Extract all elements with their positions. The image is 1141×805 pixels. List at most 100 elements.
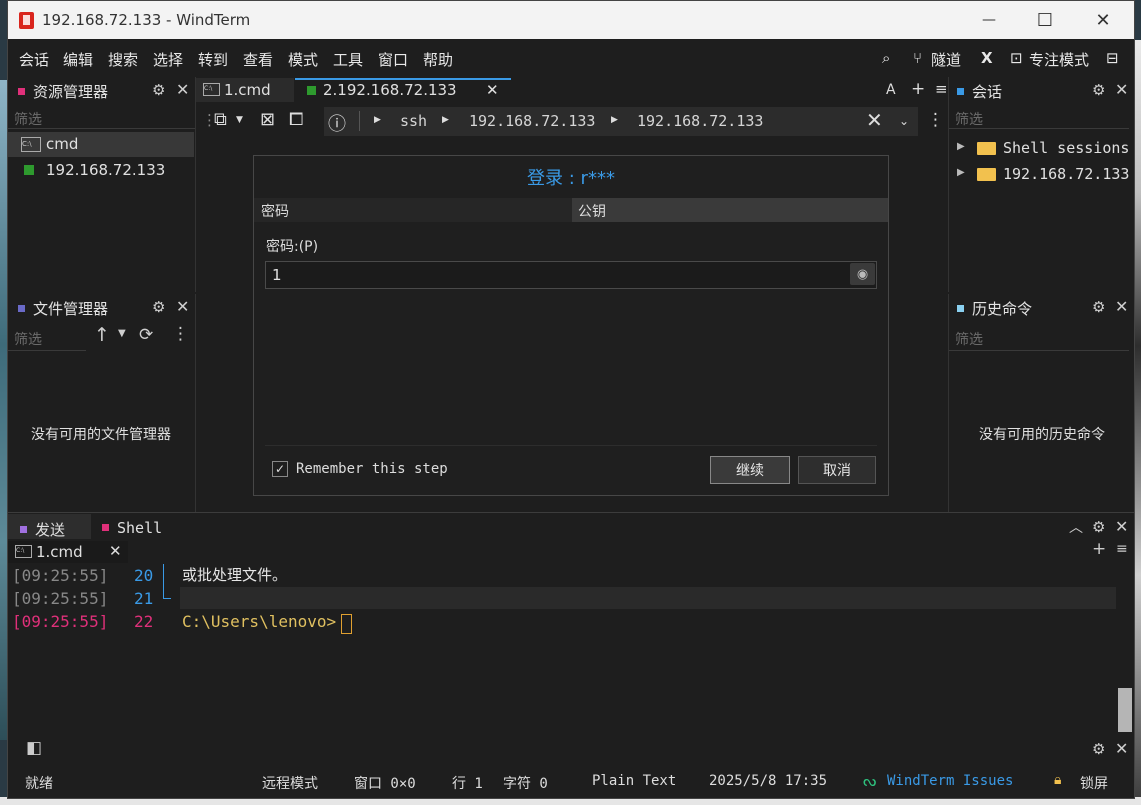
close-icon[interactable]: ✕ [176,297,189,316]
line-number: 22 [134,612,154,631]
status-row: 行 1 [452,776,483,792]
list-item-cmd[interactable]: C:\ cmd [8,132,194,157]
gear-icon[interactable]: ⚙ [1092,298,1105,316]
address-bar[interactable]: ⓘ ▶ ssh ▶ 192.168.72.133 ▶ 192.168.72.13… [324,107,918,136]
windterm-window: 192.168.72.133 - WindTerm — ☐ ✕ 会话 编辑 搜索… [7,0,1135,799]
duplicate-session-icon[interactable]: ⧠ [289,109,303,130]
add-tab-icon[interactable]: + [911,79,925,99]
menu-mode[interactable]: 模式 [288,49,318,70]
font-icon[interactable]: A [886,82,896,98]
continue-button[interactable]: 继续 [710,456,790,484]
close-icon[interactable]: ✕ [1115,80,1128,99]
arrow-up-icon[interactable]: ↑ [94,324,110,346]
tab-password[interactable]: 密码 [254,198,572,222]
password-value: 1 [272,266,282,284]
scrollbar-thumb[interactable] [1118,688,1132,732]
chevron-down-icon[interactable]: ⌄ [899,114,909,128]
address-part-protocol[interactable]: ssh [400,112,427,130]
send-icon[interactable]: ◧ [26,738,42,758]
menu-goto[interactable]: 转到 [198,49,228,70]
gear-icon[interactable]: ⚙ [152,81,165,99]
close-window-button[interactable]: ✕ [1074,1,1132,39]
more-icon[interactable]: ⋮ [927,110,944,130]
close-session-icon[interactable]: ⊠ [260,109,275,130]
focus-mode-icon: ⊡ [1010,49,1023,67]
password-field[interactable]: 1 ◉ [265,261,877,289]
close-icon[interactable]: ✕ [109,542,122,560]
chevron-down-icon[interactable]: ▼ [236,115,243,125]
status-syntax[interactable]: Plain Text [592,773,676,789]
maximize-button[interactable]: ☐ [1016,1,1074,39]
menu-search[interactable]: 搜索 [108,49,138,70]
search-icon[interactable]: ⌕ [882,49,890,67]
clear-address-icon[interactable]: ✕ [866,108,883,132]
subtab-1-cmd[interactable]: C:\ 1.cmd ✕ [8,541,128,563]
resource-manager-panel: 资源管理器 ⚙ ✕ 筛选 C:\ cmd 192.168.72.133 [8,77,196,292]
info-icon[interactable]: ⓘ [328,110,346,136]
tab-1-cmd[interactable]: C:\ 1.cmd [196,78,294,102]
panel-marker-icon [957,88,964,95]
close-icon[interactable]: ✕ [1115,517,1128,536]
gear-icon[interactable]: ⚙ [1092,81,1105,99]
terminal-output[interactable]: [09:25:55] 20 或批处理文件。 [09:25:55] 21 [09:… [8,564,1118,684]
issues-link[interactable]: WindTerm Issues [887,773,1013,789]
collapse-icon[interactable]: ︿ [1069,517,1083,537]
menu-select[interactable]: 选择 [153,49,183,70]
file-manager-empty: 没有可用的文件管理器 [31,427,171,443]
refresh-icon[interactable]: ⟳ [139,325,153,345]
cancel-button[interactable]: 取消 [798,456,876,484]
status-remote-mode[interactable]: 远程模式 [262,773,318,793]
tab-send[interactable]: 发送 [8,514,91,539]
menu-icon[interactable]: ≡ [1116,541,1128,557]
gear-icon[interactable]: ⚙ [1092,740,1105,758]
list-item-host[interactable]: 192.168.72.133 [8,158,194,183]
new-session-icon[interactable]: ⧉ [214,109,227,130]
menu-window[interactable]: 窗口 [378,49,408,70]
panel-marker-icon [18,305,25,312]
address-part-target[interactable]: 192.168.72.133 [637,112,763,130]
history-filter-input[interactable]: 筛选 [955,329,983,349]
add-icon[interactable]: + [1092,539,1106,559]
resource-filter-input[interactable]: 筛选 [14,109,42,129]
remember-checkbox[interactable]: ✓ [272,461,288,477]
lock-screen-button[interactable]: 锁屏 [1080,773,1108,793]
address-part-host[interactable]: 192.168.72.133 [469,112,595,130]
menu-edit[interactable]: 编辑 [63,49,93,70]
close-icon[interactable]: ✕ [176,80,189,99]
status-chars: 字符 0 [503,776,548,792]
toggle-visibility-button[interactable]: ◉ [850,263,875,285]
file-filter-input[interactable]: 筛选 [14,329,42,349]
gear-icon[interactable]: ⚙ [152,298,165,316]
panel-marker-icon [957,305,964,312]
divider [949,350,1129,351]
x-icon[interactable]: X [981,49,993,67]
layout-icon[interactable]: ⊟ [1106,49,1119,67]
menu-help[interactable]: 帮助 [423,49,453,70]
divider [8,128,195,129]
bottom-pane: 发送 Shell ︿ ⚙ ✕ C:\ 1.cmd ✕ + ≡ [09:25:55… [8,513,1134,767]
tree-item-host[interactable]: ▶ 192.168.72.133 [949,163,1135,187]
tunnel-button[interactable]: 隧道 [931,49,961,70]
status-datetime: 2025/5/8 17:35 [709,773,828,789]
gear-icon[interactable]: ⚙ [1092,518,1105,536]
chevron-down-icon[interactable]: ▼ [118,328,126,339]
close-icon[interactable]: ✕ [1115,297,1128,316]
minimize-button[interactable]: — [960,1,1018,39]
login-dialog: 登录 : r*** 密码 公钥 密码:(P) 1 ◉ ✓ Remember th… [253,155,889,496]
panel-marker-icon [18,88,25,95]
menu-tools[interactable]: 工具 [333,49,363,70]
close-icon[interactable]: ✕ [1115,739,1128,758]
focus-mode-button[interactable]: 专注模式 [1029,49,1089,70]
sessions-filter-input[interactable]: 筛选 [955,109,983,129]
tab-publickey[interactable]: 公钥 [572,198,888,222]
tab-shell[interactable]: Shell [92,514,182,539]
minimize-icon: — [982,12,996,28]
menu-icon[interactable]: ≡ [935,80,948,98]
close-icon[interactable]: ✕ [486,81,499,99]
more-icon[interactable]: ⋮ [172,324,189,344]
tab-2-host[interactable]: 2.192.168.72.133 ✕ [295,78,511,104]
menu-session[interactable]: 会话 [19,49,49,70]
tree-item-shell-sessions[interactable]: ▶ Shell sessions [949,137,1135,161]
current-line-highlight [180,587,1116,609]
menu-view[interactable]: 查看 [243,49,273,70]
